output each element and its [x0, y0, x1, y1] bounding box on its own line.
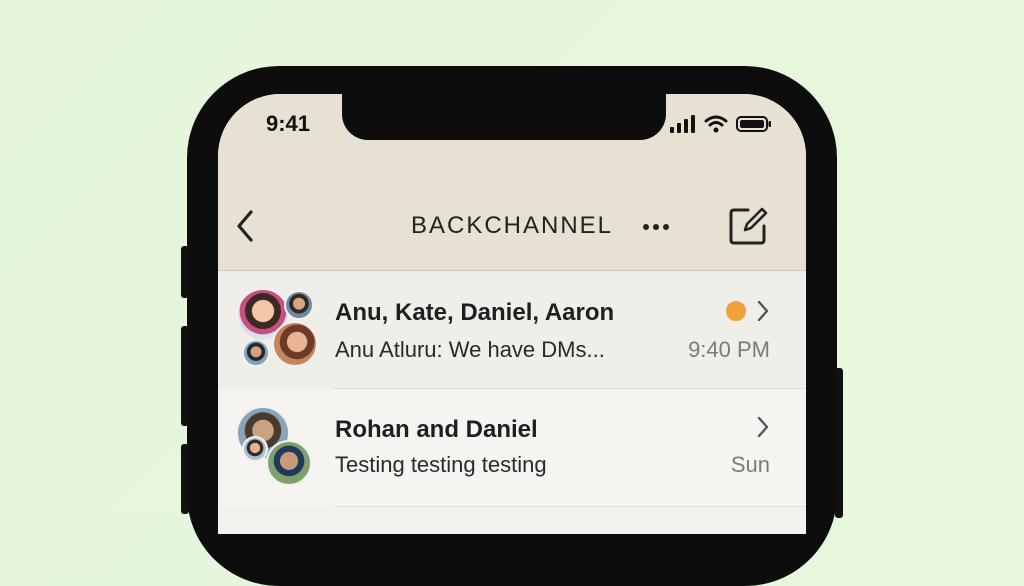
- conversation-row[interactable]: Rohan and Daniel Testing testing testing…: [218, 390, 806, 507]
- divider: [334, 506, 806, 507]
- signal-icon: [670, 115, 695, 133]
- avatar: [266, 440, 312, 486]
- conversation-title: Rohan and Daniel: [335, 416, 538, 443]
- more-dots-icon: [653, 224, 659, 230]
- phone-side-button: [181, 444, 189, 514]
- phone-side-button: [181, 246, 189, 298]
- conversation-time: 9:40 PM: [688, 337, 770, 362]
- conversation-time: Sun: [730, 452, 770, 477]
- conversation-title: Anu, Kate, Daniel, Aaron: [335, 299, 615, 326]
- more-options-button[interactable]: [636, 212, 676, 242]
- phone-side-button: [181, 326, 189, 426]
- avatar: [242, 436, 268, 462]
- wifi-icon: [704, 115, 728, 133]
- phone-power-button: [835, 368, 843, 518]
- avatar: [242, 339, 270, 367]
- conversation-preview: Testing testing testing: [335, 452, 547, 477]
- conversation-row[interactable]: Anu, Kate, Daniel, Aaron Anu Atluru: We …: [218, 271, 806, 388]
- avatar: [272, 321, 318, 367]
- more-dots-icon: [663, 224, 669, 230]
- compose-button[interactable]: [726, 204, 770, 248]
- page-title: BACKCHANNEL: [410, 212, 614, 239]
- chevron-right-icon: [757, 416, 769, 438]
- divider: [334, 388, 806, 389]
- battery-icon: [736, 116, 771, 132]
- conversation-preview: Anu Atluru: We have DMs...: [335, 337, 605, 362]
- unread-indicator: [726, 301, 746, 321]
- more-dots-icon: [643, 224, 649, 230]
- chevron-right-icon: [757, 300, 769, 322]
- status-time: 9:41: [266, 111, 311, 136]
- status-icons: [670, 114, 772, 134]
- compose-icon: [729, 207, 768, 245]
- avatar: [284, 290, 314, 320]
- phone-screen: 9:41 BACKCHANNEL Anu, Kate, Daniel, Aaro…: [218, 94, 806, 534]
- phone-notch: [342, 94, 666, 140]
